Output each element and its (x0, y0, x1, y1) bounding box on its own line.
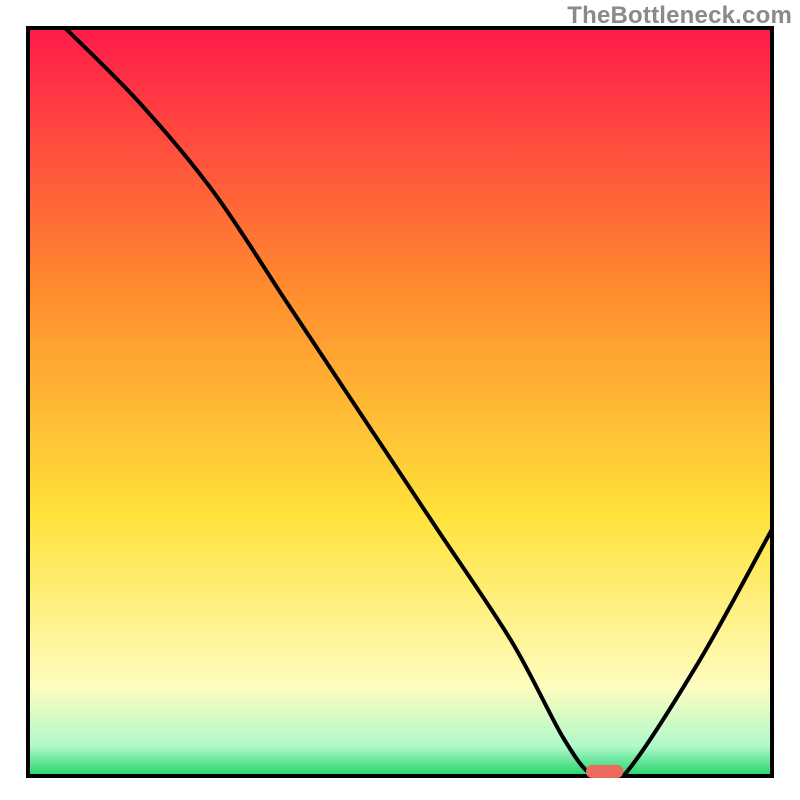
gradient-background (28, 28, 772, 776)
watermark-text: TheBottleneck.com (567, 2, 792, 30)
optimal-marker (586, 765, 623, 778)
bottleneck-chart: TheBottleneck.com (0, 0, 800, 800)
chart-svg (0, 0, 800, 800)
